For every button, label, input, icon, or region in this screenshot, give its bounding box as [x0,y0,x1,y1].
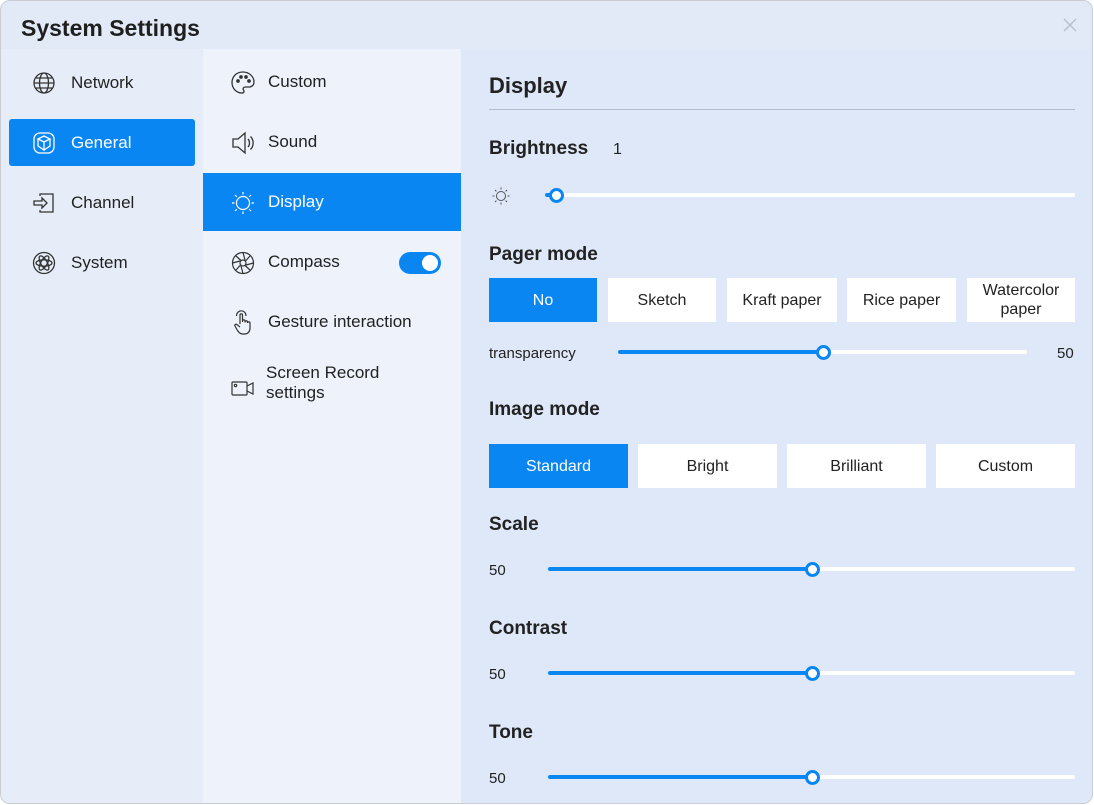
sidebar-item-network[interactable]: Network [9,59,195,106]
compass-icon [231,251,255,275]
brightness-sun-icon [492,187,510,205]
speaker-icon [232,131,254,155]
image-option-standard[interactable]: Standard [489,444,628,488]
image-mode-label: Image mode [489,399,600,420]
palette-icon [231,71,255,94]
subnav-item-compass[interactable]: Compass [203,233,461,291]
window-title: System Settings [21,15,200,41]
sidebar-item-label: Network [71,73,134,92]
image-option-custom[interactable]: Custom [936,444,1075,488]
panel-title: Display [489,73,568,98]
transparency-value: 50 [1057,345,1074,362]
tone-slider[interactable] [548,767,1075,787]
slider-thumb[interactable] [804,562,820,577]
toggle-knob [422,255,438,271]
general-subnav: Custom Sound Display Compass Gesture int… [203,49,461,803]
camera-icon [231,381,254,396]
contrast-value: 50 [489,666,506,683]
input-icon [33,193,54,213]
title-bar: System Settings [1,1,1092,49]
sidebar-item-system[interactable]: System [9,239,195,286]
slider-thumb[interactable] [548,188,564,203]
subnav-item-label: Compass [268,252,340,271]
scale-label: Scale [489,514,539,535]
sidebar-item-label: Channel [71,193,135,212]
tone-value: 50 [489,770,506,787]
scale-value: 50 [489,562,506,579]
subnav-item-label: Gesture interaction [268,312,412,331]
pager-option-rice-paper[interactable]: Rice paper [847,278,956,322]
image-option-brilliant[interactable]: Brilliant [787,444,926,488]
subnav-item-label: Custom [268,72,327,91]
slider-fill [548,671,812,675]
brightness-slider[interactable] [545,185,1075,205]
subnav-item-label: Screen Record settings [266,363,380,402]
subnav-item-label: Sound [268,132,318,151]
atom-icon [32,251,56,275]
pager-option-kraft-paper[interactable]: Kraft paper [727,278,837,322]
brightness-value: 1 [613,141,622,158]
contrast-label: Contrast [489,618,568,639]
display-panel: Display Brightness 1 Pager mode No Sketc… [461,49,1092,803]
pager-option-sketch[interactable]: Sketch [608,278,716,322]
hand-pointer-icon [234,310,251,335]
sidebar-item-label: System [71,253,128,272]
transparency-slider[interactable] [618,342,1027,362]
brightness-label: Brightness [489,138,589,159]
settings-window: System Settings Network General Channel … [0,0,1093,804]
sidebar-item-channel[interactable]: Channel [9,179,195,226]
subnav-item-custom[interactable]: Custom [203,53,461,111]
slider-thumb[interactable] [804,666,820,681]
sun-icon [232,192,254,214]
close-icon[interactable] [1060,15,1080,35]
slider-thumb[interactable] [804,770,820,785]
slider-fill [618,350,823,354]
subnav-item-label: Display [268,192,324,211]
subnav-item-display[interactable]: Display [203,173,461,231]
scale-slider[interactable] [548,559,1075,579]
sidebar-item-label: General [71,133,132,152]
compass-toggle[interactable] [399,252,441,274]
pager-mode-label: Pager mode [489,244,598,265]
tone-label: Tone [489,722,533,743]
subnav-item-screen-record[interactable]: Screen Record settings [203,353,461,419]
subnav-item-gesture[interactable]: Gesture interaction [203,293,461,351]
slider-fill [548,567,812,571]
slider-thumb[interactable] [815,345,831,360]
globe-icon [33,72,55,94]
transparency-label: transparency [489,345,576,362]
subnav-item-sound[interactable]: Sound [203,113,461,171]
slider-fill [548,775,812,779]
title-divider [489,109,1075,110]
contrast-slider[interactable] [548,663,1075,683]
category-sidebar: Network General Channel System [1,49,203,803]
sidebar-item-general[interactable]: General [9,119,195,166]
pager-option-no[interactable]: No [489,278,597,322]
pager-option-watercolor-paper[interactable]: Watercolor paper [967,278,1075,322]
slider-track [545,193,1075,197]
image-option-bright[interactable]: Bright [638,444,777,488]
cube-icon [33,132,55,154]
